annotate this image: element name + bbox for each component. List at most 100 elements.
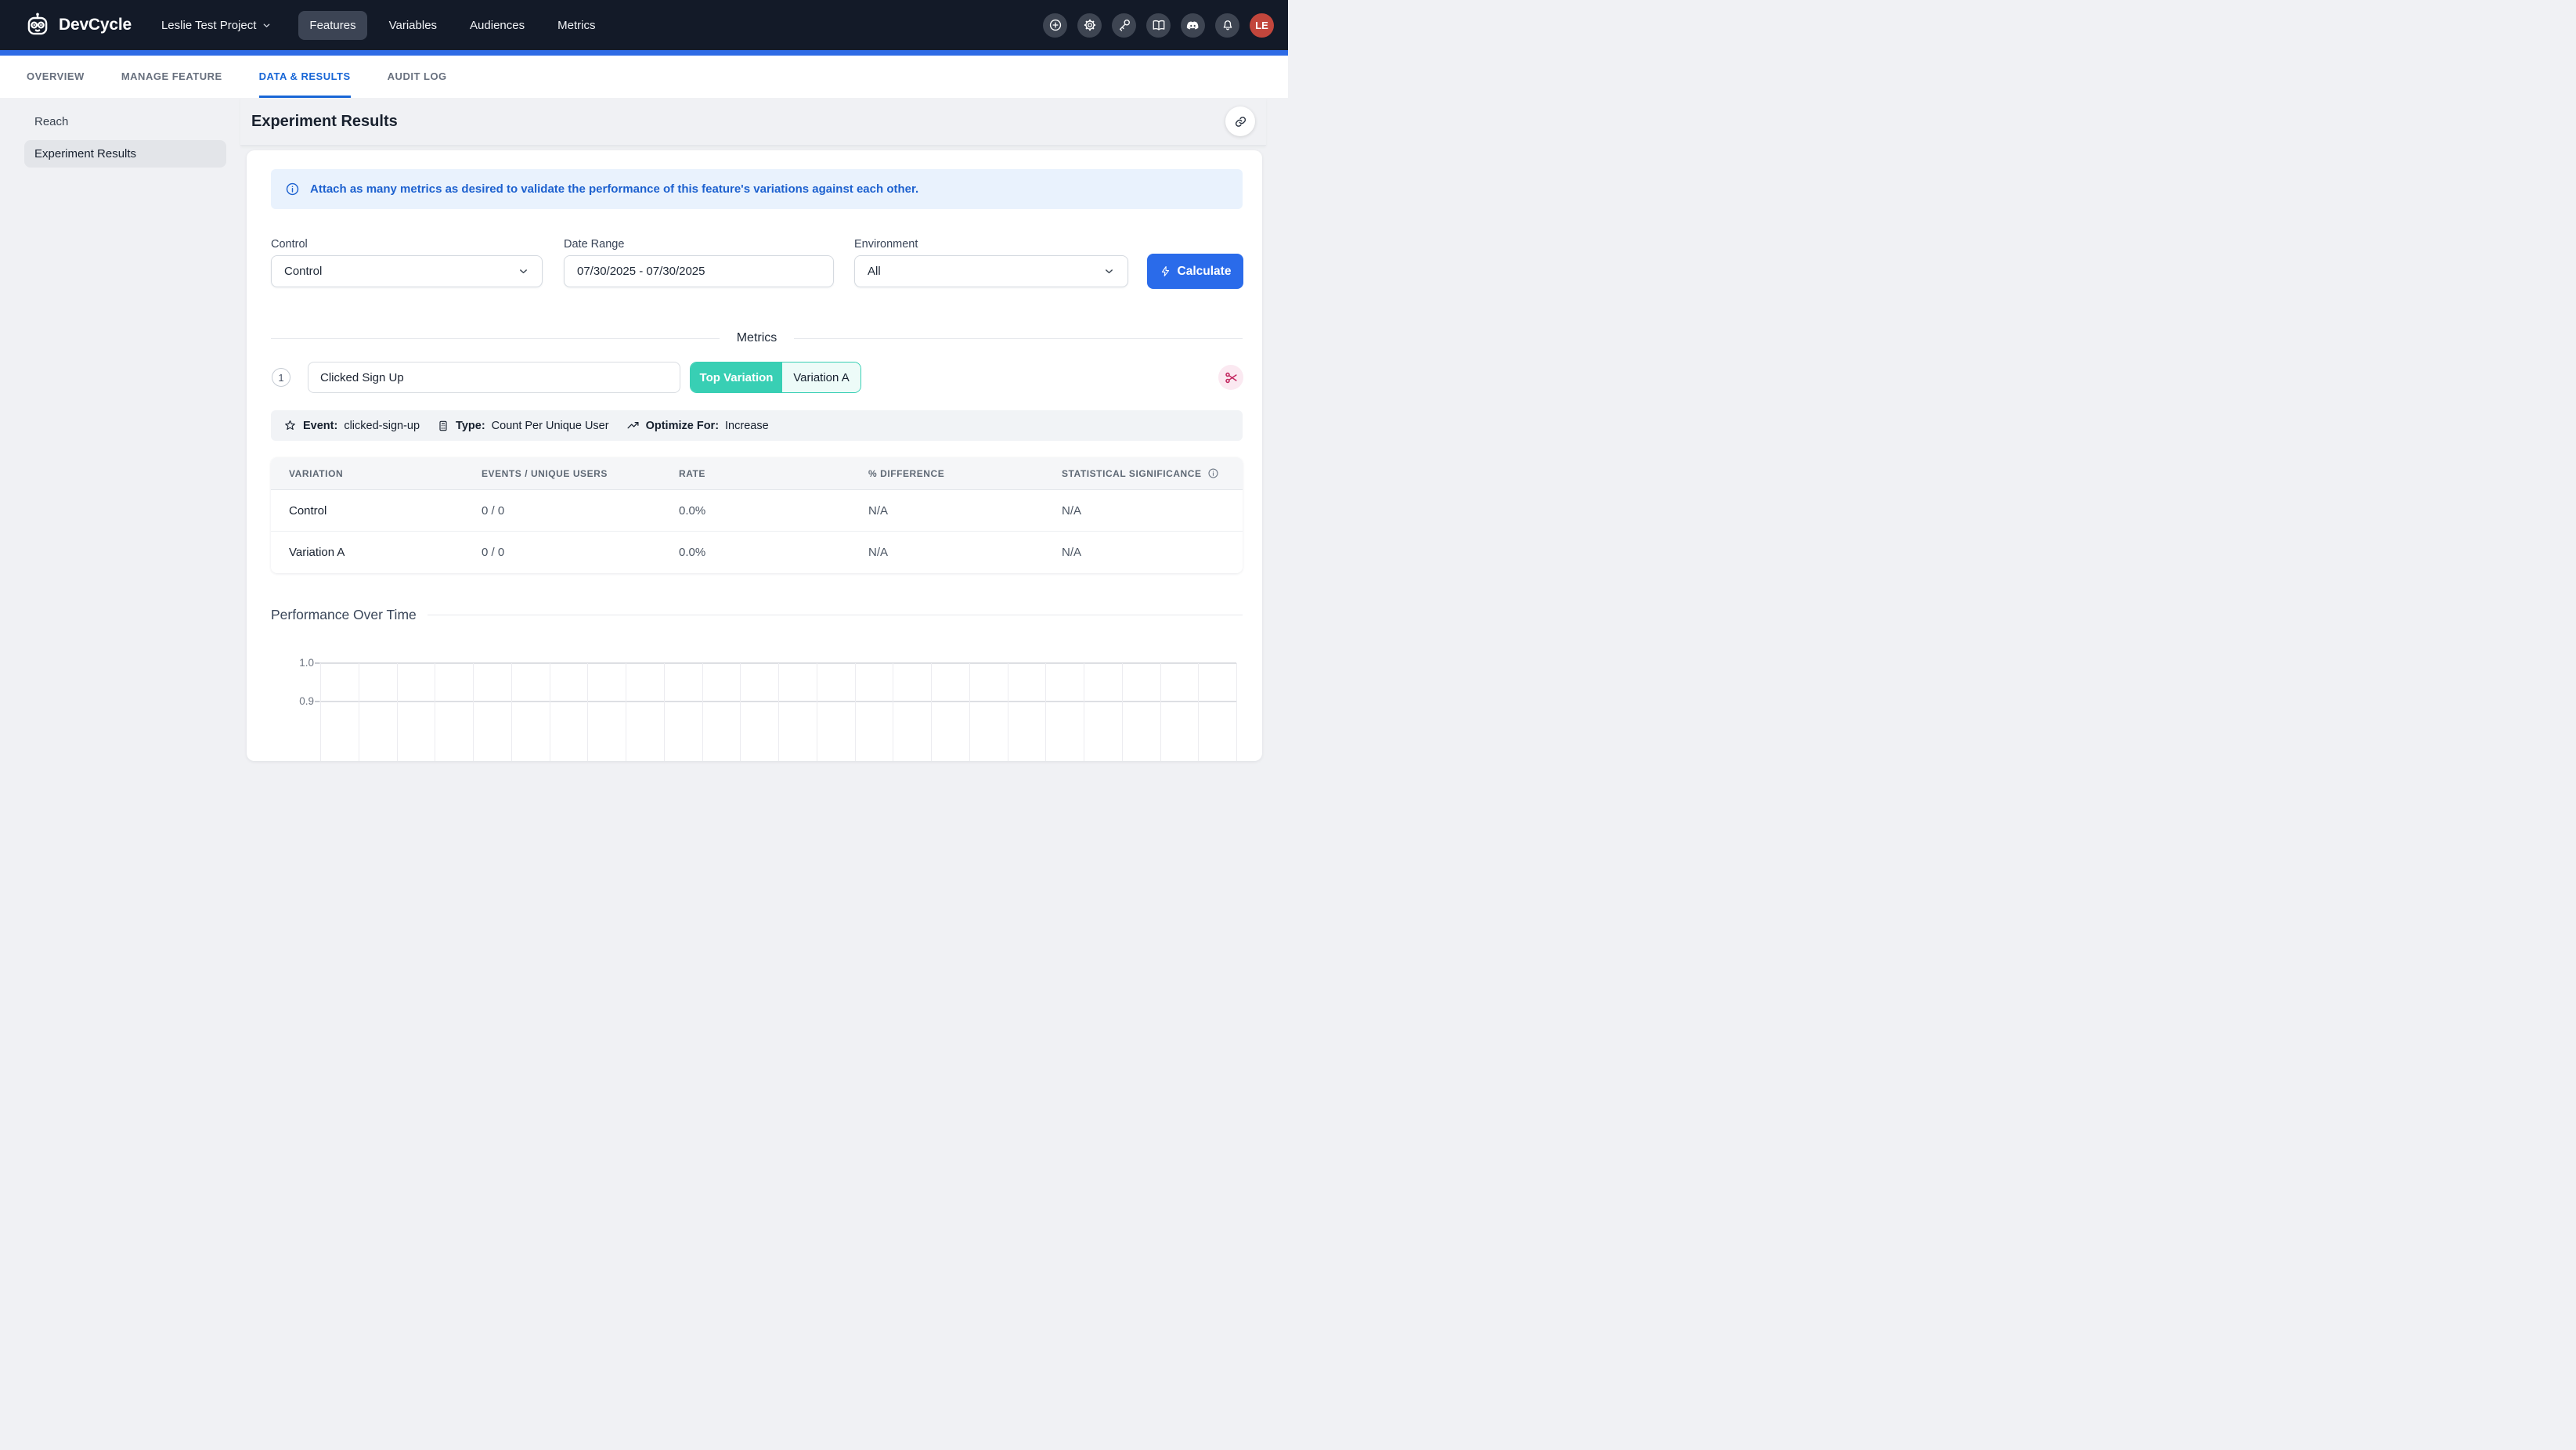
copy-link-button[interactable]	[1225, 106, 1255, 136]
control-select-value: Control	[284, 265, 322, 278]
tab-overview[interactable]: OVERVIEW	[27, 56, 85, 98]
metric-index-badge: 1	[272, 368, 290, 387]
event-label: Event:	[303, 420, 337, 432]
col-difference: % DIFFERENCE	[868, 468, 1062, 479]
create-button[interactable]	[1043, 13, 1067, 38]
col-events: EVENTS / UNIQUE USERS	[482, 468, 679, 479]
calculator-icon	[437, 420, 449, 432]
feature-tabbar: OVERVIEW MANAGE FEATURE DATA & RESULTS A…	[0, 56, 1288, 98]
trending-up-icon	[626, 419, 640, 432]
discord-icon	[1185, 18, 1200, 33]
cell-rate: 0.0%	[679, 546, 868, 559]
y-tick-2: 0.9	[276, 695, 314, 707]
cell-events: 0 / 0	[482, 504, 679, 518]
toggle-variation-a[interactable]: Variation A	[782, 362, 860, 392]
tab-manage-feature[interactable]: MANAGE FEATURE	[121, 56, 222, 98]
accent-bar	[0, 50, 1288, 56]
environment-select-value: All	[868, 265, 881, 278]
optimize-value: Increase	[725, 420, 769, 432]
y-tick-1: 1.0	[276, 657, 314, 669]
calculate-label: Calculate	[1178, 265, 1232, 279]
top-navbar: DevCycle Leslie Test Project Features Va…	[0, 0, 1288, 50]
cell-variation: Variation A	[289, 546, 482, 559]
cell-significance: N/A	[1062, 504, 1243, 518]
col-variation: VARIATION	[289, 468, 482, 479]
chevron-down-icon	[518, 265, 529, 277]
type-label: Type:	[456, 420, 485, 432]
date-range-label: Date Range	[564, 238, 624, 251]
sidebar-item-reach[interactable]: Reach	[24, 108, 226, 135]
page-header: Experiment Results	[240, 98, 1266, 146]
date-range-value: 07/30/2025 - 07/30/2025	[577, 265, 705, 278]
navbar-actions: LE	[1043, 13, 1274, 38]
robot-logo-icon	[23, 11, 52, 39]
notifications-button[interactable]	[1215, 13, 1239, 38]
key-icon	[1117, 18, 1131, 32]
toggle-top-variation[interactable]: Top Variation	[691, 362, 782, 392]
star-icon	[283, 419, 297, 432]
chevron-down-icon	[262, 20, 272, 31]
variation-toggle: Top Variation Variation A	[690, 362, 861, 393]
metrics-divider-label: Metrics	[737, 331, 777, 345]
api-keys-button[interactable]	[1112, 13, 1136, 38]
project-name: Leslie Test Project	[161, 19, 256, 32]
environment-label: Environment	[854, 238, 918, 251]
performance-section-header: Performance Over Time	[271, 607, 1243, 623]
discord-button[interactable]	[1181, 13, 1205, 38]
metric-details-bar: Event: clicked-sign-up Type: Count Per U…	[271, 410, 1243, 441]
performance-title: Performance Over Time	[271, 607, 417, 623]
experiment-results-card: Attach as many metrics as desired to val…	[247, 150, 1262, 761]
performance-chart: 1.0 0.9	[247, 628, 1262, 761]
plus-circle-icon	[1048, 18, 1063, 32]
chevron-down-icon	[1103, 265, 1115, 277]
cell-difference: N/A	[868, 504, 1062, 518]
nav-item-metrics[interactable]: Metrics	[547, 11, 606, 40]
cell-variation: Control	[289, 504, 482, 518]
table-row: Variation A 0 / 0 0.0% N/A N/A	[271, 532, 1243, 573]
tab-audit-log[interactable]: AUDIT LOG	[388, 56, 447, 98]
type-value: Count Per Unique User	[492, 420, 609, 432]
settings-button[interactable]	[1077, 13, 1102, 38]
date-range-input[interactable]: 07/30/2025 - 07/30/2025	[564, 255, 834, 287]
sidebar-item-experiment-results[interactable]: Experiment Results	[24, 140, 226, 168]
main-nav: Features Variables Audiences Metrics	[298, 11, 606, 40]
book-icon	[1152, 18, 1166, 32]
banner-text: Attach as many metrics as desired to val…	[310, 182, 918, 196]
info-banner: Attach as many metrics as desired to val…	[271, 169, 1243, 209]
logo-text: DevCycle	[59, 16, 132, 34]
remove-metric-button[interactable]	[1218, 365, 1243, 390]
cell-rate: 0.0%	[679, 504, 868, 518]
link-icon	[1234, 115, 1247, 128]
control-select[interactable]: Control	[271, 255, 543, 287]
col-rate: RATE	[679, 468, 868, 479]
table-header-row: VARIATION EVENTS / UNIQUE USERS RATE % D…	[271, 457, 1243, 490]
nav-item-features[interactable]: Features	[298, 11, 366, 40]
control-label: Control	[271, 238, 308, 251]
bell-icon	[1221, 18, 1235, 32]
nav-item-variables[interactable]: Variables	[378, 11, 448, 40]
bolt-icon	[1160, 265, 1171, 277]
cell-difference: N/A	[868, 546, 1062, 559]
docs-button[interactable]	[1146, 13, 1171, 38]
info-icon[interactable]	[1207, 467, 1219, 479]
tab-data-results[interactable]: DATA & RESULTS	[259, 56, 351, 98]
project-selector[interactable]: Leslie Test Project	[161, 19, 272, 32]
info-icon	[285, 182, 300, 197]
metric-name-input[interactable]	[308, 362, 680, 393]
metrics-divider: Metrics	[271, 330, 1243, 347]
calculate-button[interactable]: Calculate	[1147, 254, 1243, 289]
gear-icon	[1083, 18, 1097, 32]
performance-plot	[320, 663, 1236, 761]
table-row: Control 0 / 0 0.0% N/A N/A	[271, 490, 1243, 532]
devcycle-logo[interactable]: DevCycle	[23, 11, 132, 39]
sidebar: Reach Experiment Results	[0, 98, 235, 725]
content-area: Reach Experiment Results Experiment Resu…	[0, 98, 1288, 725]
scissors-icon	[1224, 370, 1239, 385]
results-table: VARIATION EVENTS / UNIQUE USERS RATE % D…	[271, 457, 1243, 573]
avatar[interactable]: LE	[1250, 13, 1274, 38]
page-title: Experiment Results	[251, 113, 398, 131]
event-value: clicked-sign-up	[344, 420, 420, 432]
nav-item-audiences[interactable]: Audiences	[459, 11, 536, 40]
cell-events: 0 / 0	[482, 546, 679, 559]
environment-select[interactable]: All	[854, 255, 1128, 287]
